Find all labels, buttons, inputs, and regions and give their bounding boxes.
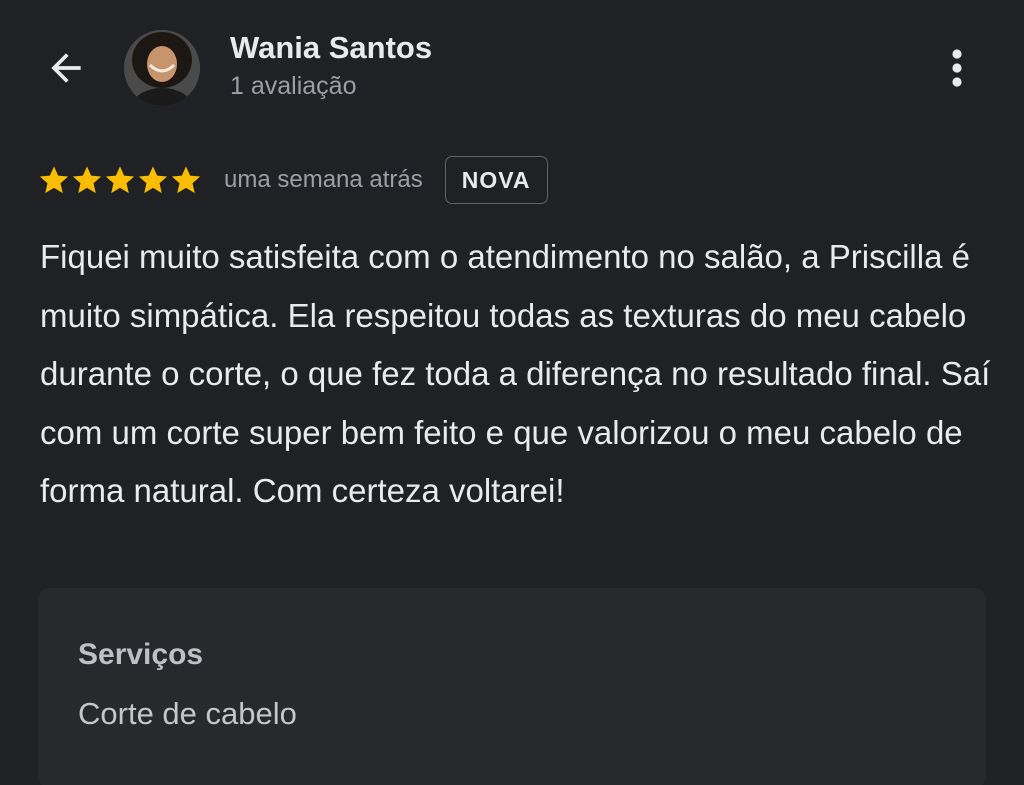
services-card: Serviços Corte de cabelo bbox=[38, 588, 986, 785]
star-rating bbox=[38, 164, 202, 196]
star-icon bbox=[72, 166, 102, 194]
avatar-image bbox=[124, 30, 200, 106]
star-icon bbox=[138, 166, 168, 194]
review-text: Fiquei muito satisfeita com o atendiment… bbox=[40, 238, 991, 509]
user-review-count: 1 avaliação bbox=[230, 72, 357, 100]
arrow-left-icon bbox=[51, 53, 81, 83]
more-vert-icon bbox=[952, 49, 962, 87]
services-value: Corte de cabelo bbox=[78, 696, 297, 731]
new-badge: NOVA bbox=[444, 156, 548, 204]
avatar[interactable] bbox=[124, 30, 200, 106]
more-options-button[interactable] bbox=[934, 42, 980, 94]
star-icon bbox=[171, 166, 201, 194]
review-header: Wania Santos 1 avaliação bbox=[0, 0, 1024, 140]
rating-row: uma semana atrás NOVA bbox=[38, 154, 548, 206]
star-icon bbox=[105, 166, 135, 194]
services-title: Serviços bbox=[78, 638, 204, 671]
star-icon bbox=[39, 166, 69, 194]
back-button[interactable] bbox=[40, 44, 92, 92]
user-name[interactable]: Wania Santos bbox=[230, 30, 432, 66]
review-time: uma semana atrás bbox=[224, 166, 423, 193]
